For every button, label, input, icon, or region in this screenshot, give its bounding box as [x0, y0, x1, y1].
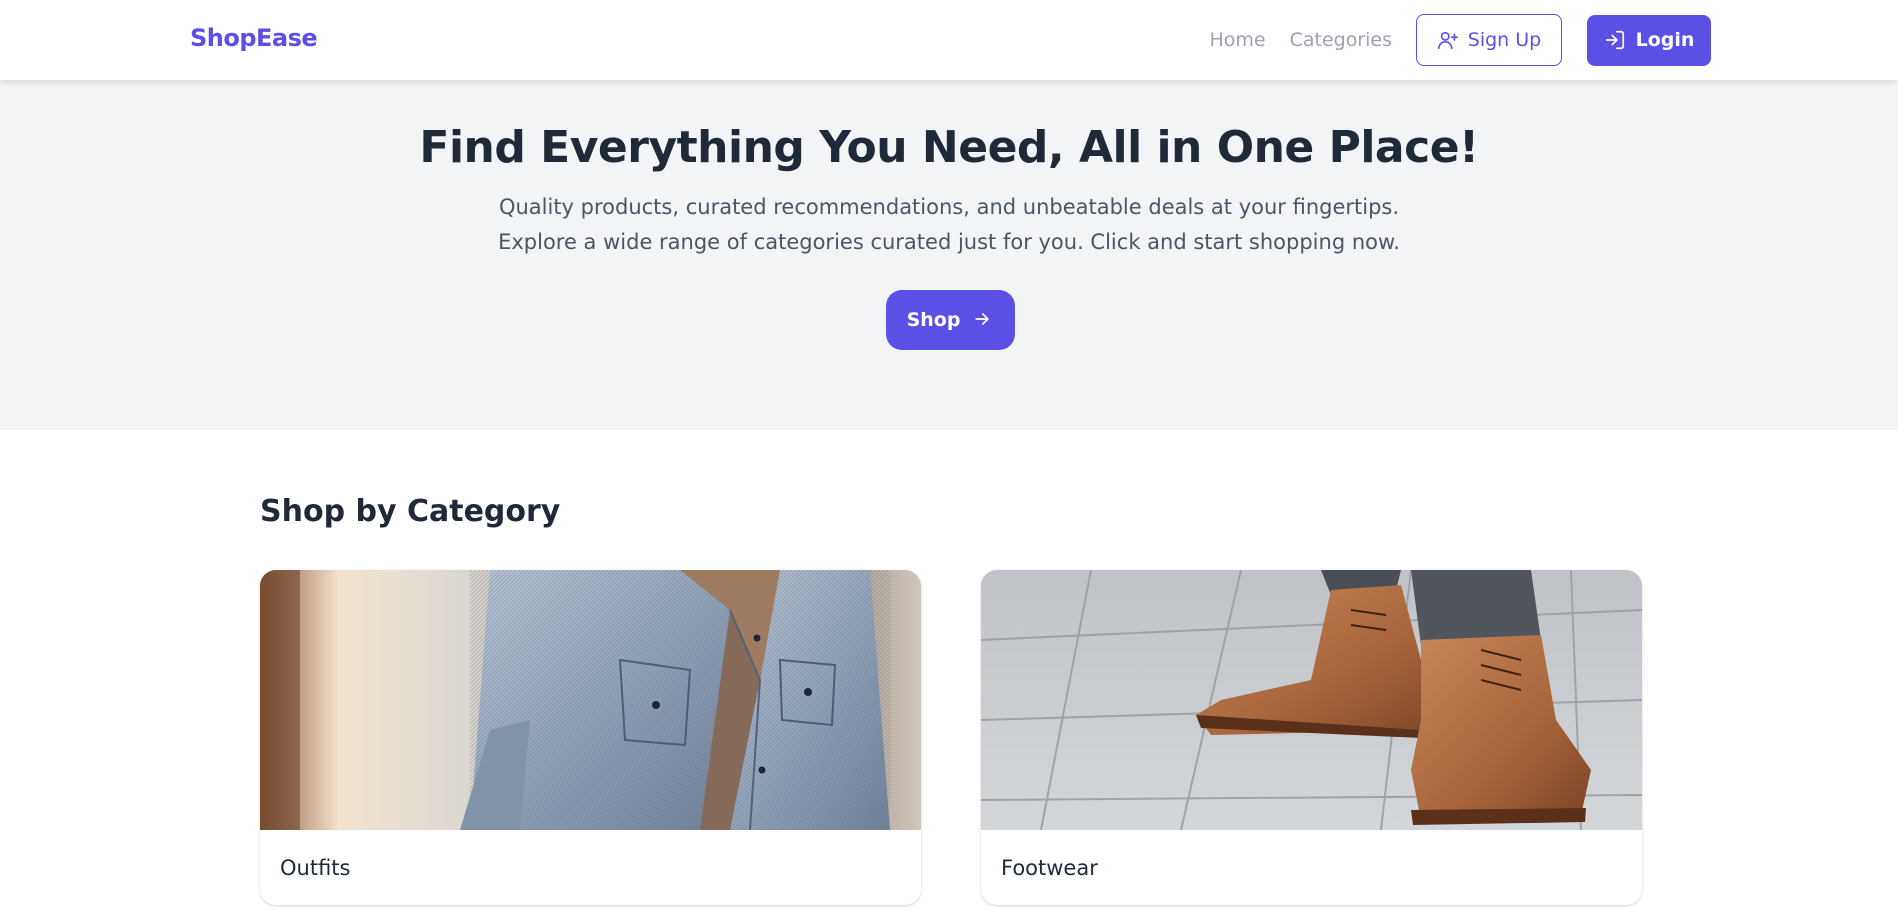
brand-logo[interactable]: ShopEase [190, 24, 318, 52]
nav-link-home[interactable]: Home [1209, 29, 1265, 51]
hero-title: Find Everything You Need, All in One Pla… [419, 122, 1479, 173]
navbar: ShopEase Home Categories Sign Up Login [0, 0, 1898, 80]
category-card-outfits[interactable]: Outfits [260, 570, 921, 905]
footwear-image [981, 570, 1642, 830]
section-title-shop-by-category: Shop by Category [260, 494, 561, 529]
user-plus-icon [1437, 29, 1459, 51]
sign-up-button[interactable]: Sign Up [1416, 14, 1562, 66]
arrow-right-icon [972, 309, 994, 331]
shop-button-label: Shop [906, 309, 961, 331]
shop-button[interactable]: Shop [886, 290, 1015, 350]
sign-up-label: Sign Up [1467, 29, 1542, 51]
login-button[interactable]: Login [1587, 14, 1711, 66]
login-label: Login [1635, 29, 1695, 51]
hero-section: Find Everything You Need, All in One Pla… [0, 80, 1898, 430]
hero-subtitle: Quality products, curated recommendation… [498, 195, 1400, 254]
category-card-footwear[interactable]: Footwear [981, 570, 1642, 905]
category-label-outfits: Outfits [280, 856, 351, 880]
category-label-footwear: Footwear [1001, 856, 1098, 880]
nav-links: Home Categories Sign Up Login [1209, 14, 1711, 66]
nav-link-categories[interactable]: Categories [1290, 29, 1392, 51]
login-arrow-icon [1604, 29, 1626, 51]
outfits-image [260, 570, 921, 830]
